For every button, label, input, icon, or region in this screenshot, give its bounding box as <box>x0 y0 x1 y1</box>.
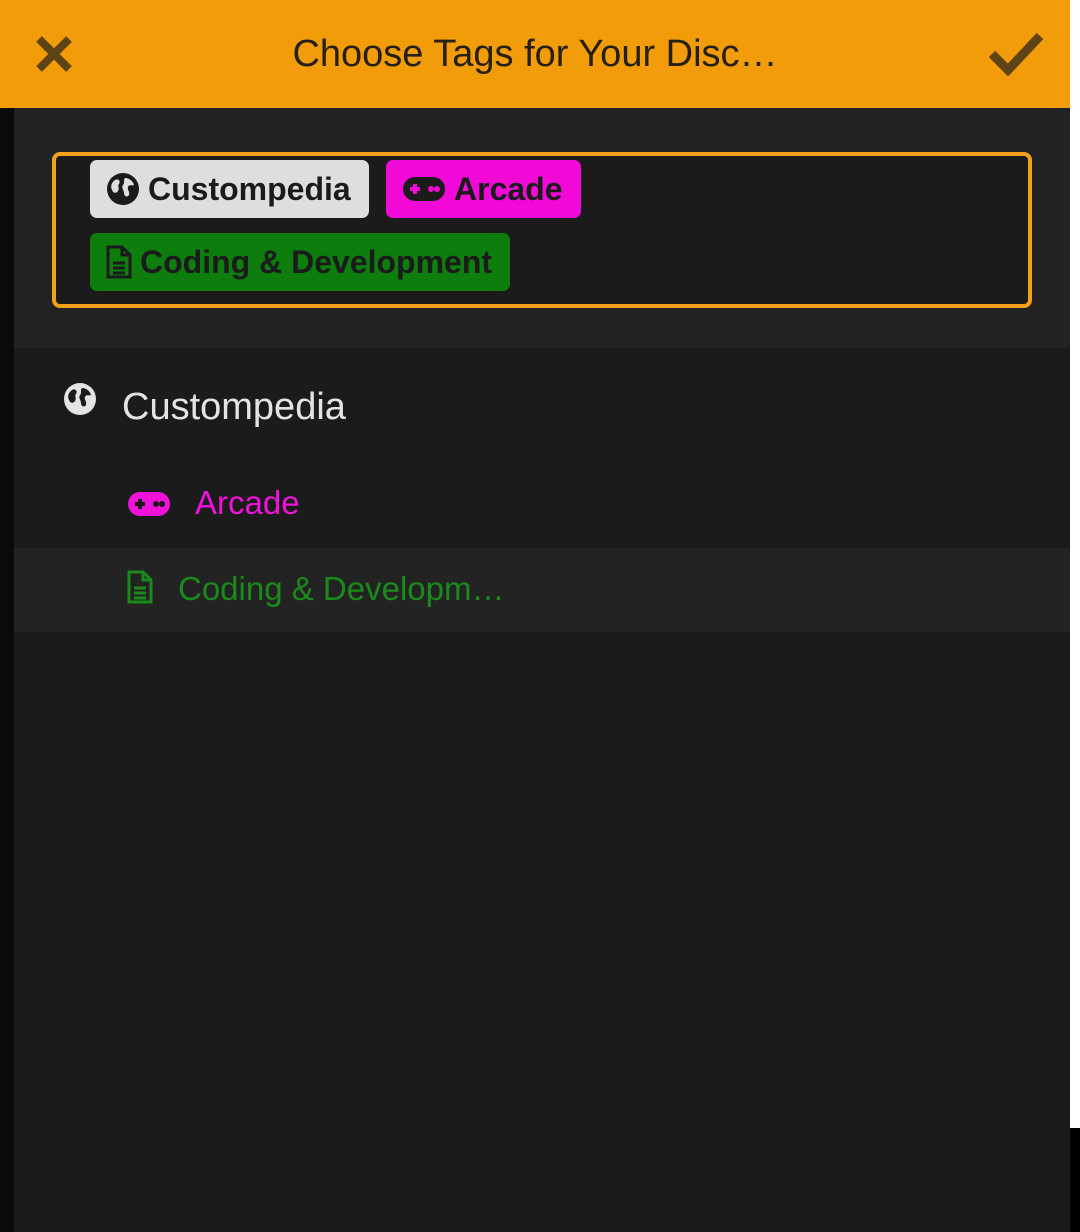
document-icon <box>127 570 153 609</box>
tag-list-item-arcade[interactable]: Arcade <box>14 464 1070 544</box>
tag-list-item-label: Custompedia <box>122 386 346 428</box>
app-bar: Choose Tags for Your Disc… <box>0 0 1070 108</box>
right-edge-strip <box>1070 1128 1080 1232</box>
close-button[interactable] <box>0 0 108 108</box>
globe-icon <box>106 172 140 206</box>
selected-chip-arcade[interactable]: Arcade <box>386 160 581 218</box>
tag-chooser-screen: Choose Tags for Your Disc… Custompedia A… <box>0 0 1080 1232</box>
tag-list-item-label: Coding & Developm… <box>178 570 505 607</box>
chip-label: Custompedia <box>148 170 351 207</box>
checkmark-icon <box>988 32 1044 76</box>
left-edge-strip <box>0 108 14 1232</box>
close-icon <box>36 36 72 72</box>
chip-label: Coding & Development <box>140 243 493 280</box>
globe-icon <box>63 382 97 421</box>
confirm-button[interactable] <box>962 0 1070 108</box>
chip-label: Arcade <box>454 170 563 207</box>
tag-list-item-label: Arcade <box>195 484 300 521</box>
page-title: Choose Tags for Your Disc… <box>292 32 778 75</box>
tag-list-item-coding-development[interactable]: Coding & Developm… <box>14 548 1070 632</box>
content-area: Custompedia Arcade Coding & Development … <box>14 108 1070 1232</box>
selected-chip-custompedia[interactable]: Custompedia <box>90 160 369 218</box>
tag-list-item-custompedia[interactable]: Custompedia <box>14 364 1070 448</box>
selected-tags-field[interactable]: Custompedia Arcade Coding & Development <box>52 152 1032 308</box>
document-icon <box>106 245 132 279</box>
gamepad-icon <box>402 176 446 202</box>
selected-chip-coding-development[interactable]: Coding & Development <box>90 233 511 291</box>
gamepad-icon <box>127 491 171 522</box>
selected-tags-panel: Custompedia Arcade Coding & Development <box>14 108 1070 348</box>
